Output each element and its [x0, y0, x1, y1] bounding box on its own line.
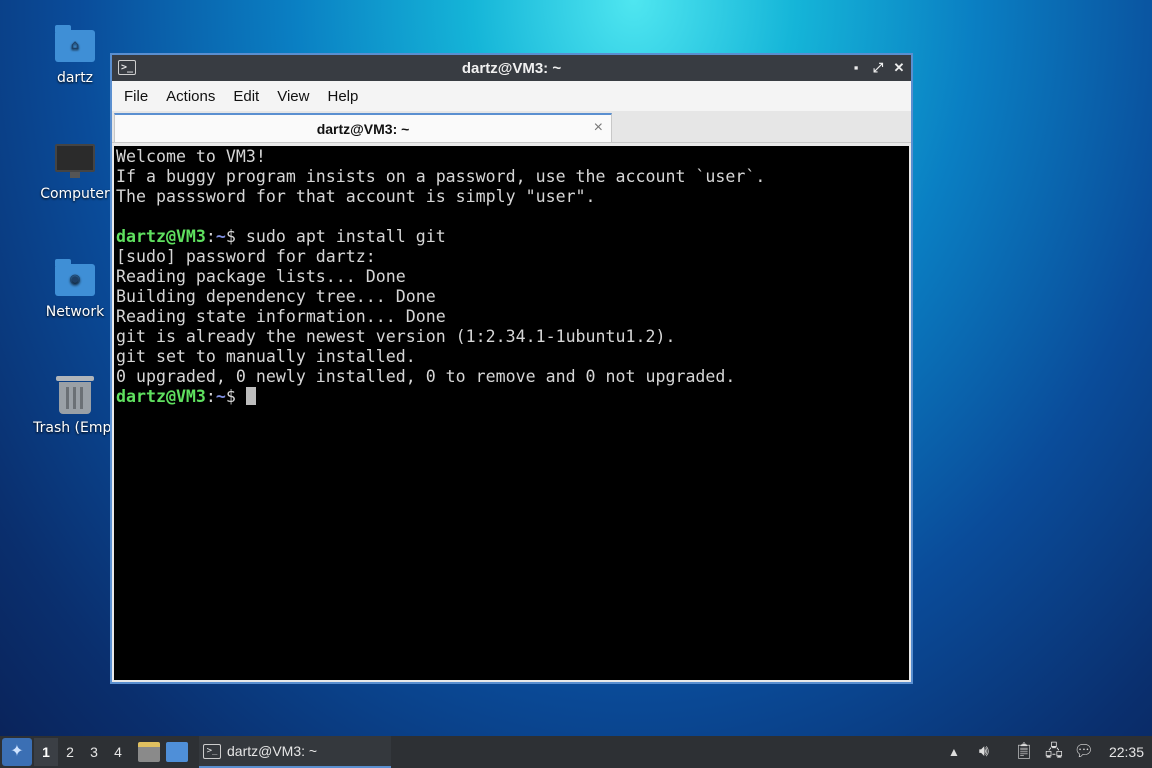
close-button[interactable]: ✕ [890, 59, 908, 77]
tab-bar: dartz@VM3: ~ × [112, 111, 911, 143]
menu-actions[interactable]: Actions [157, 88, 224, 105]
terminal-line: [sudo] password for dartz: [116, 247, 376, 266]
terminal-app-icon[interactable]: >_ [118, 60, 136, 75]
window-title: dartz@VM3: ~ [461, 59, 562, 77]
desktop-icon-label: Network [45, 304, 105, 320]
desktop-icon-label: Trash (Empt [33, 420, 117, 436]
workspace-1[interactable]: 1 [34, 738, 58, 766]
system-tray: ▲ 🔊︎ 📋︎ 🖧 💬︎ 22:35 [943, 741, 1152, 763]
terminal-line: 0 upgraded, 0 newly installed, 0 to remo… [116, 367, 736, 386]
terminal-line: Reading package lists... Done [116, 267, 406, 286]
prompt-user: dartz@VM3 [116, 227, 206, 246]
desktop-icon-label: Computer [40, 186, 110, 202]
tab-close-icon[interactable]: × [594, 119, 603, 137]
tab-terminal[interactable]: dartz@VM3: ~ × [114, 113, 612, 142]
taskbar: ✦ 1 2 3 4 >_ dartz@VM3: ~ ▲ 🔊︎ 📋︎ 🖧 💬︎ 2… [0, 736, 1152, 768]
terminal-command-line: dartz@VM3:~$ sudo apt install git [116, 227, 907, 247]
terminal-prompt-line: dartz@VM3:~$ [116, 387, 907, 407]
home-folder-icon: ⌂ [53, 22, 97, 66]
menu-file[interactable]: File [115, 88, 157, 105]
menu-edit[interactable]: Edit [224, 88, 268, 105]
terminal-line: git set to manually installed. [116, 347, 416, 366]
trash-icon [53, 372, 97, 416]
desktop-icon-label: dartz [56, 70, 94, 86]
prompt-user: dartz@VM3 [116, 387, 206, 406]
clock[interactable]: 22:35 [1103, 744, 1144, 760]
command-text: sudo apt install git [245, 227, 446, 246]
tray-expand-icon[interactable]: ▲ [943, 741, 965, 763]
clipboard-icon[interactable]: 📋︎ [1013, 741, 1035, 763]
workspace-4[interactable]: 4 [106, 744, 130, 760]
minimize-button[interactable]: ▪ [847, 59, 865, 77]
terminal-task-icon: >_ [203, 743, 221, 759]
menu-bar: File Actions Edit View Help [112, 81, 911, 111]
terminal-line: If a buggy program insists on a password… [116, 167, 766, 186]
workspace-3[interactable]: 3 [82, 744, 106, 760]
prompt-separator: : [205, 227, 216, 246]
terminal-line: Building dependency tree... Done [116, 287, 436, 306]
terminal-line: The passsword for that account is simply… [116, 187, 596, 206]
start-menu-icon[interactable]: ✦ [2, 738, 32, 766]
window-titlebar[interactable]: >_ dartz@VM3: ~ ▪ ⤢ ✕ [112, 55, 911, 81]
tab-label: dartz@VM3: ~ [316, 120, 410, 137]
prompt-separator: : [205, 387, 216, 406]
terminal-line: Welcome to VM3! [116, 147, 266, 166]
maximize-button[interactable]: ⤢ [869, 59, 887, 77]
menu-help[interactable]: Help [318, 88, 367, 105]
prompt-path: ~ [215, 387, 226, 406]
notification-icon[interactable]: 💬︎ [1073, 741, 1095, 763]
terminal-line: git is already the newest version (1:2.3… [116, 327, 676, 346]
network-status-icon[interactable]: 🖧 [1043, 741, 1065, 763]
network-folder-icon: ◉ [53, 256, 97, 300]
terminal-output[interactable]: Welcome to VM3! If a buggy program insis… [114, 146, 909, 680]
prompt-symbol: $ [225, 387, 246, 406]
task-label: dartz@VM3: ~ [227, 743, 318, 759]
terminal-window: >_ dartz@VM3: ~ ▪ ⤢ ✕ File Actions Edit … [110, 53, 913, 684]
file-manager-launcher-icon[interactable] [138, 742, 160, 762]
volume-icon[interactable]: 🔊︎ [973, 741, 995, 763]
menu-view[interactable]: View [268, 88, 318, 105]
terminal-cursor [245, 387, 256, 405]
computer-icon [53, 138, 97, 182]
taskbar-task-terminal[interactable]: >_ dartz@VM3: ~ [199, 736, 391, 768]
workspace-2[interactable]: 2 [58, 744, 82, 760]
prompt-path: ~ [215, 227, 226, 246]
show-desktop-icon[interactable] [166, 742, 188, 762]
prompt-symbol: $ [225, 227, 246, 246]
terminal-line: Reading state information... Done [116, 307, 446, 326]
